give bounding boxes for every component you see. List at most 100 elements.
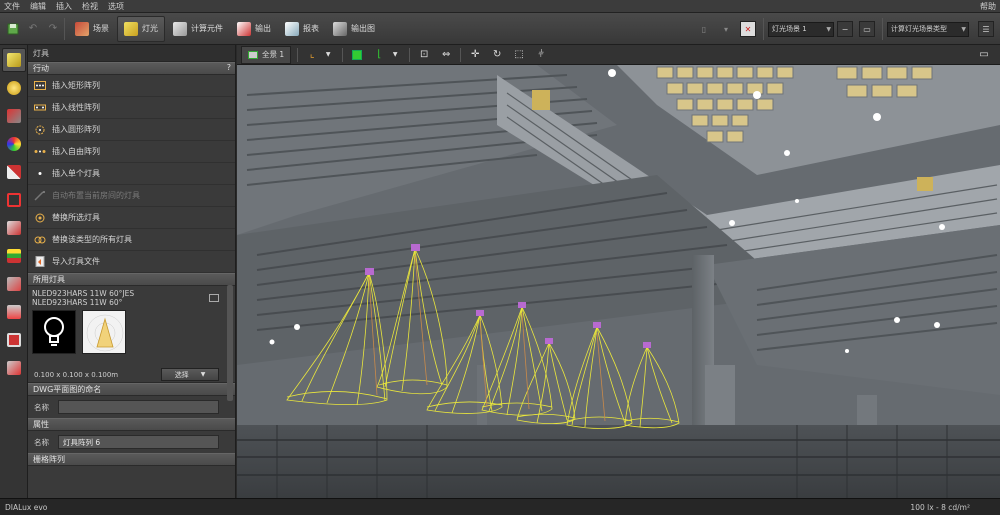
menu-help[interactable]: 帮助 bbox=[980, 1, 996, 12]
action-circular-array[interactable]: 插入圆形阵列 bbox=[28, 119, 235, 141]
save-icon[interactable] bbox=[6, 22, 20, 36]
menu-options[interactable]: 选项 bbox=[108, 1, 124, 12]
strip-dimension[interactable] bbox=[2, 356, 26, 380]
toolbar-divider bbox=[460, 47, 462, 62]
strip-layers[interactable] bbox=[2, 244, 26, 268]
help-icon[interactable]: ? bbox=[227, 63, 231, 72]
strip-color[interactable] bbox=[2, 132, 26, 156]
tab-report[interactable]: 报表 bbox=[279, 16, 325, 42]
action-rect-array[interactable]: 插入矩形阵列 bbox=[28, 75, 235, 97]
action-single-luminaire[interactable]: 插入单个灯具 bbox=[28, 163, 235, 185]
strip-intensity[interactable] bbox=[2, 160, 26, 184]
strip-curve[interactable] bbox=[2, 272, 26, 296]
toolbar-right: ▯ ▾ ✕ 灯光场景 1 ▼ − ▭ 计算灯光场景类型 ▼ ☰ bbox=[693, 13, 1000, 45]
tab-output[interactable]: 输出 bbox=[231, 16, 277, 42]
file-icon[interactable] bbox=[209, 294, 219, 302]
minus-icon[interactable]: − bbox=[837, 21, 853, 37]
strip-filter[interactable] bbox=[2, 300, 26, 324]
chevron-down-icon: ▼ bbox=[826, 25, 831, 33]
align-icon[interactable]: ⫩ bbox=[533, 47, 549, 63]
menu-file[interactable]: 文件 bbox=[4, 1, 20, 12]
delete-icon[interactable]: ✕ bbox=[740, 21, 756, 37]
panel-title: 灯具 bbox=[28, 45, 235, 62]
select-luminaire-button[interactable]: 选择 ▼ bbox=[161, 368, 219, 381]
luminaire-panel: 灯具 行动 ? 插入矩形阵列 插入线性阵列 插入圆形阵列 插入自由阵列 插入单个… bbox=[28, 45, 236, 498]
toolbar-divider bbox=[409, 47, 411, 62]
light-scene-select[interactable]: 灯光场景 1 ▼ bbox=[768, 21, 834, 37]
tab-output-label: 输出 bbox=[255, 24, 271, 33]
zoom-extents-icon[interactable]: ⊡ bbox=[416, 47, 432, 63]
tab-drawing-label: 输出图 bbox=[351, 24, 375, 33]
properties-header[interactable]: 属性 bbox=[28, 418, 235, 431]
tab-light[interactable]: 灯光 bbox=[117, 15, 165, 42]
solid-view-icon[interactable] bbox=[349, 47, 365, 63]
menu-edit[interactable]: 编辑 bbox=[30, 1, 46, 12]
viewport-3d[interactable] bbox=[237, 65, 1000, 498]
chevron-down-icon[interactable]: ▼ bbox=[387, 47, 403, 63]
tab-scene[interactable]: 场景 bbox=[69, 16, 115, 42]
menu-view[interactable]: 检视 bbox=[82, 1, 98, 12]
menu-icon[interactable]: ☰ bbox=[978, 21, 994, 37]
dwg-header[interactable]: DWG平面图的命名 bbox=[28, 383, 235, 396]
circular-array-icon bbox=[34, 125, 46, 135]
action-label: 导入灯具文件 bbox=[52, 257, 100, 266]
mode-icon-strip bbox=[0, 45, 28, 498]
luminaire-name: NLED923HARS 11W 60°JES bbox=[32, 289, 135, 298]
dwg-name-row: 名称 bbox=[28, 396, 235, 418]
props-name-label: 名称 bbox=[34, 437, 49, 447]
menu-insert[interactable]: 插入 bbox=[56, 1, 72, 12]
luminaire-header[interactable]: 所用灯具 bbox=[28, 273, 235, 286]
phone-icon[interactable]: ▯ bbox=[696, 21, 712, 37]
grid-array-header[interactable]: 栅格阵列 bbox=[28, 453, 235, 466]
action-label: 替换该类型的所有灯具 bbox=[52, 235, 132, 244]
fit-width-icon[interactable]: ⇔ bbox=[438, 47, 454, 63]
undo-icon[interactable]: ↶ bbox=[26, 22, 40, 36]
props-name-input[interactable]: 灯具阵列 6 bbox=[58, 435, 219, 449]
monitor-icon[interactable]: ▭ bbox=[976, 47, 992, 63]
rotate-icon[interactable]: ↻ bbox=[489, 47, 505, 63]
strip-bulb[interactable] bbox=[2, 76, 26, 100]
luminaire-header-label: 所用灯具 bbox=[33, 275, 65, 284]
scale-icon[interactable]: ⬚ bbox=[511, 47, 527, 63]
wrench-icon bbox=[7, 221, 21, 235]
action-free-array[interactable]: 插入自由阵列 bbox=[28, 141, 235, 163]
panel-scrollbar[interactable] bbox=[227, 285, 233, 401]
dropdown-icon[interactable]: ▾ bbox=[718, 21, 734, 37]
frame-icon bbox=[7, 333, 21, 347]
move-icon[interactable]: ✛ bbox=[467, 47, 483, 63]
redo-icon[interactable]: ↷ bbox=[46, 22, 60, 36]
tab-viewport-3d[interactable]: 全景 1 bbox=[241, 45, 292, 64]
wire-view-icon[interactable]: ⌊ bbox=[371, 47, 387, 63]
toolbar-divider bbox=[342, 47, 344, 62]
strip-tools[interactable] bbox=[2, 216, 26, 240]
strip-frame[interactable] bbox=[2, 328, 26, 352]
action-replace-selected[interactable]: 替换所选灯具 bbox=[28, 207, 235, 229]
intensity-icon bbox=[7, 165, 21, 179]
strip-arrange[interactable] bbox=[2, 188, 26, 212]
action-linear-array[interactable]: 插入线性阵列 bbox=[28, 97, 235, 119]
dwg-name-input[interactable] bbox=[58, 400, 219, 414]
tab-drawing[interactable]: 输出图 bbox=[327, 16, 381, 42]
report-icon bbox=[285, 21, 299, 36]
calc-scene-select[interactable]: 计算灯光场景类型 ▼ bbox=[887, 21, 969, 37]
strip-magnet[interactable] bbox=[2, 104, 26, 128]
tab-light-label: 灯光 bbox=[142, 24, 158, 33]
curve-icon bbox=[7, 277, 21, 291]
tab-calc[interactable]: 计算元件 bbox=[167, 16, 229, 42]
actions-header-label: 行动 bbox=[33, 64, 49, 73]
replace-icon bbox=[34, 213, 46, 223]
camera-icon bbox=[248, 50, 258, 59]
screen-icon[interactable]: ▭ bbox=[859, 21, 875, 37]
action-replace-type[interactable]: 替换该类型的所有灯具 bbox=[28, 229, 235, 251]
layers-icon bbox=[7, 249, 21, 263]
axis-icon[interactable]: ⌞ bbox=[304, 47, 320, 63]
action-import-file[interactable]: 导入灯具文件 bbox=[28, 251, 235, 273]
export-icon bbox=[237, 21, 251, 36]
action-label: 插入线性阵列 bbox=[52, 103, 100, 112]
action-auto-place: 自动布置当前房间的灯具 bbox=[28, 185, 235, 207]
action-label: 插入矩形阵列 bbox=[52, 81, 100, 90]
luminaire-thumbs bbox=[32, 310, 231, 354]
strip-lamp[interactable] bbox=[2, 48, 26, 72]
chevron-down-icon[interactable]: ▼ bbox=[320, 47, 336, 63]
actions-header[interactable]: 行动 ? bbox=[28, 62, 235, 75]
